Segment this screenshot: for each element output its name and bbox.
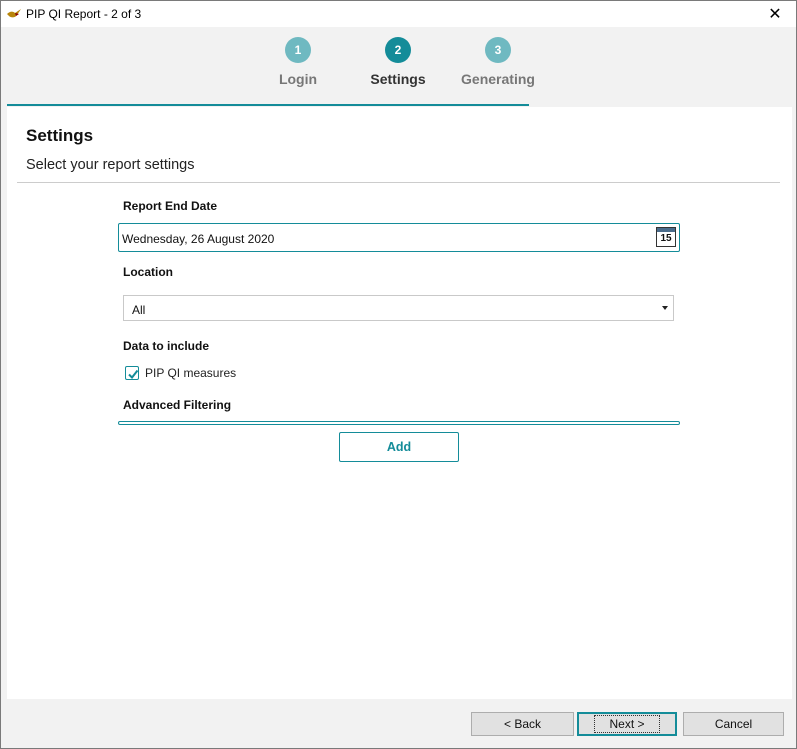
wizard-stepper: 1 Login 2 Settings 3 Generating xyxy=(7,27,792,107)
advanced-filtering-label: Advanced Filtering xyxy=(123,398,232,412)
pip-qi-measures-label: PIP QI measures xyxy=(145,366,237,380)
calendar-day: 15 xyxy=(660,233,672,244)
report-end-date-label: Report End Date xyxy=(123,199,218,213)
pip-qi-measures-checkbox[interactable] xyxy=(125,366,139,380)
page-subtitle: Select your report settings xyxy=(26,157,195,173)
step-label: Generating xyxy=(461,71,535,87)
settings-panel: Settings Select your report settings Rep… xyxy=(7,107,792,699)
calendar-icon[interactable]: 15 xyxy=(656,227,676,247)
page-title: Settings xyxy=(26,126,94,145)
back-button[interactable]: < Back xyxy=(471,712,574,736)
cancel-button[interactable]: Cancel xyxy=(683,712,784,736)
window-title: PIP QI Report - 2 of 3 xyxy=(26,7,142,21)
step-generating: 3 Generating xyxy=(438,37,558,87)
checkmark-icon xyxy=(128,369,139,380)
add-filter-button[interactable]: Add xyxy=(339,432,459,462)
report-end-date-picker[interactable]: Wednesday, 26 August 2020 15 xyxy=(118,223,680,252)
close-icon[interactable]: ✕ xyxy=(754,1,796,27)
step-number: 2 xyxy=(385,37,411,63)
pip-qi-measures-option[interactable]: PIP QI measures xyxy=(125,365,236,381)
title-bar: PIP QI Report - 2 of 3 ✕ xyxy=(1,1,796,27)
header-divider xyxy=(17,182,780,183)
chevron-down-icon xyxy=(662,306,668,310)
step-progress-bar xyxy=(7,104,529,106)
data-to-include-label: Data to include xyxy=(123,339,210,353)
next-button-label: Next > xyxy=(594,715,660,733)
report-end-date-value: Wednesday, 26 August 2020 xyxy=(122,232,275,246)
step-number: 1 xyxy=(285,37,311,63)
location-dropdown[interactable]: All xyxy=(123,295,674,321)
wizard-window: PIP QI Report - 2 of 3 ✕ 1 Login 2 Setti… xyxy=(0,0,797,749)
step-number: 3 xyxy=(485,37,511,63)
next-button[interactable]: Next > xyxy=(577,712,677,736)
location-value: All xyxy=(132,303,146,317)
bird-logo-icon xyxy=(6,7,22,21)
location-label: Location xyxy=(123,265,173,279)
advanced-filter-list xyxy=(118,421,680,425)
